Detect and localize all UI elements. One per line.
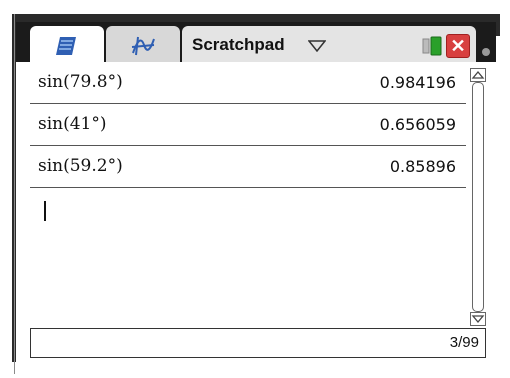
history-result: 0.85896: [389, 157, 456, 176]
close-button[interactable]: ✕: [446, 34, 470, 58]
tab-calculator[interactable]: [30, 26, 104, 62]
scrollbar[interactable]: [470, 68, 486, 326]
calculator-icon: [56, 37, 76, 55]
history-expression: sin(41°): [38, 114, 107, 134]
battery-icon: [422, 36, 442, 56]
entry-line[interactable]: [30, 190, 466, 230]
chevron-down-icon[interactable]: [308, 40, 326, 52]
tab-graphs[interactable]: [106, 26, 180, 62]
scroll-up-icon[interactable]: [470, 68, 486, 82]
history-result: 0.656059: [379, 115, 456, 134]
divider-line: [14, 14, 15, 374]
history-row[interactable]: sin(59.2°) 0.85896: [30, 146, 466, 188]
text-cursor: [44, 201, 46, 221]
scroll-track[interactable]: [472, 82, 484, 312]
device-bezel-right: [496, 14, 500, 36]
history-expression: sin(59.2°): [38, 156, 123, 176]
status-bar: 3/99: [30, 328, 486, 358]
history-counter: 3/99: [449, 334, 479, 351]
scroll-down-icon[interactable]: [470, 312, 486, 326]
scratchpad-title: Scratchpad: [192, 35, 285, 54]
history-panel: sin(79.8°) 0.984196 sin(41°) 0.656059 si…: [30, 62, 466, 328]
history-expression: sin(79.8°): [38, 72, 123, 92]
gear-icon: [482, 48, 490, 56]
history-row[interactable]: sin(79.8°) 0.984196: [30, 62, 466, 104]
tab-bar: Scratchpad ✕: [16, 22, 496, 62]
history-row[interactable]: sin(41°) 0.656059: [30, 104, 466, 146]
tab-scratchpad[interactable]: Scratchpad ✕: [182, 26, 476, 62]
history-result: 0.984196: [379, 73, 456, 92]
graph-icon: [131, 36, 155, 56]
